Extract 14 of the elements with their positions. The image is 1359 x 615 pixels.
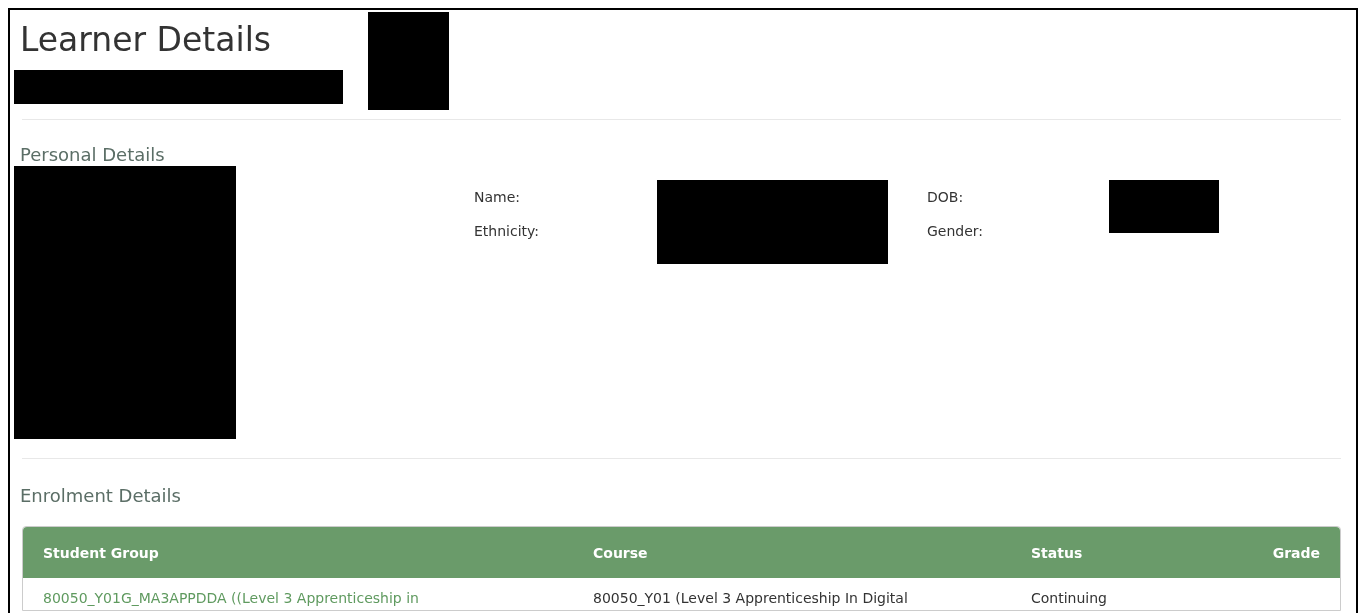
table-cell-text: Continuing — [1031, 590, 1108, 606]
column-header: Student Group — [43, 544, 160, 561]
field-label: Name: — [474, 189, 522, 205]
student-group-link[interactable]: 80050_Y01G_MA3APPDDA ((Level 3 Apprenticeship in — [43, 590, 593, 606]
column-header: Course — [593, 544, 649, 561]
section-heading: Enrolment Details — [20, 485, 182, 507]
page-title: Learner Details — [20, 20, 272, 60]
table-cell-text: 80050_Y01 (Level 3 Apprenticeship In Digital — [593, 590, 909, 606]
field-label: Gender: — [927, 223, 985, 239]
field-label: DOB: — [927, 189, 965, 205]
column-header: Grade — [1271, 544, 1320, 561]
field-label: Ethnicity: — [474, 223, 541, 239]
column-header: Status — [1031, 544, 1084, 561]
section-heading: Personal Details — [20, 144, 166, 166]
